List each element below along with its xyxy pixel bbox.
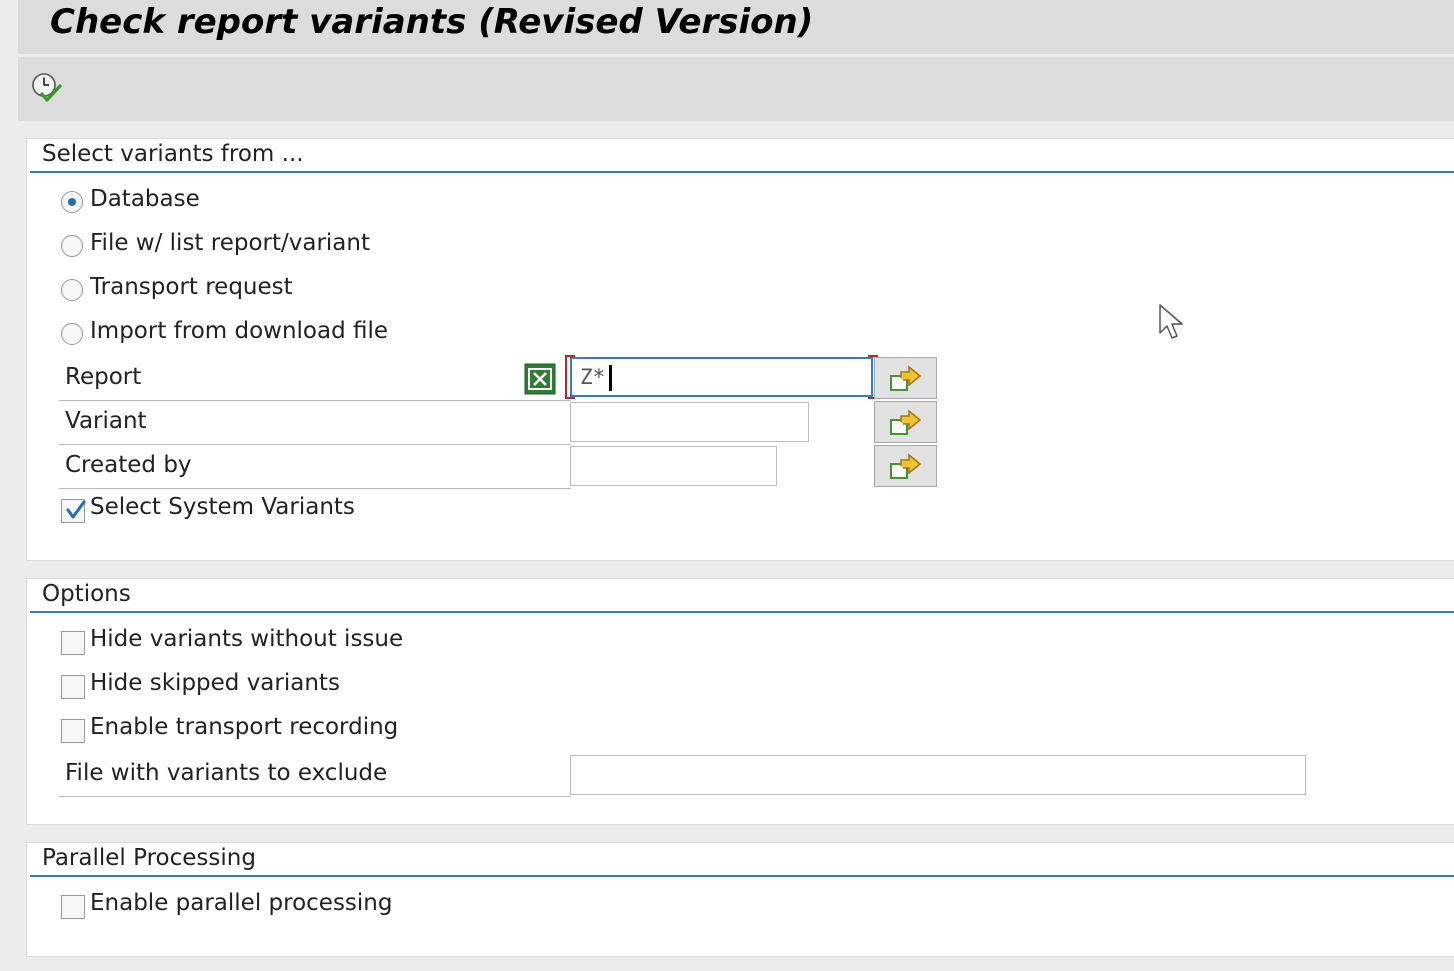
radio-label: Database <box>90 186 200 212</box>
variant-input[interactable] <box>570 402 809 442</box>
group-divider <box>30 875 1454 877</box>
checkbox-label: Enable transport recording <box>90 714 399 740</box>
checkbox[interactable] <box>61 719 85 743</box>
execute-button[interactable] <box>28 69 64 105</box>
select-variants-group: Select variants from ... Database File w… <box>26 138 1454 561</box>
exclude-file-label: File with variants to exclude <box>65 760 388 786</box>
text-caret <box>609 365 612 391</box>
system-variants-label: Select System Variants <box>90 494 355 520</box>
created-by-label: Created by <box>65 452 192 478</box>
mouse-cursor-icon <box>1159 304 1183 339</box>
variant-field-row: Variant <box>59 403 571 445</box>
radio-label: File w/ list report/variant <box>90 230 370 256</box>
parallel-processing-title: Parallel Processing <box>42 845 256 871</box>
title-bar: Check report variants (Revised Version) <box>18 0 1454 54</box>
checkbox[interactable] <box>61 631 85 655</box>
report-input[interactable] <box>570 357 873 397</box>
multiple-selection-icon <box>890 365 922 391</box>
radio-label: Import from download file <box>90 318 389 344</box>
group-divider <box>30 171 1454 173</box>
report-label: Report <box>65 364 142 390</box>
page-title: Check report variants (Revised Version) <box>50 2 814 42</box>
created-by-multiple-selection-button[interactable] <box>874 445 937 487</box>
exclude-file-input[interactable] <box>570 755 1306 795</box>
variant-label: Variant <box>65 408 147 434</box>
radio-button[interactable] <box>61 323 83 345</box>
multiple-selection-icon <box>890 409 922 435</box>
group-divider <box>30 611 1454 613</box>
report-field-row: Report <box>59 359 571 401</box>
system-variants-checkbox[interactable] <box>61 499 86 523</box>
radio-button[interactable] <box>61 191 83 213</box>
options-group: Options Hide variants without issue Hide… <box>26 578 1454 825</box>
application-toolbar <box>18 57 1454 121</box>
select-variants-title: Select variants from ... <box>42 141 304 167</box>
exclude-file-field-row: File with variants to exclude <box>59 755 571 797</box>
parallel-processing-group: Parallel Processing Enable parallel proc… <box>26 842 1454 957</box>
created-by-field-row: Created by <box>59 447 571 489</box>
checkbox[interactable] <box>61 895 85 919</box>
checkbox-label: Enable parallel processing <box>90 890 393 916</box>
radio-label: Transport request <box>90 274 293 300</box>
report-multiple-selection-button[interactable] <box>874 357 937 399</box>
options-title: Options <box>42 581 131 607</box>
checkbox-label: Hide skipped variants <box>90 670 340 696</box>
radio-button[interactable] <box>61 235 83 257</box>
variant-multiple-selection-button[interactable] <box>874 401 937 443</box>
selection-options-icon[interactable] <box>524 363 556 395</box>
multiple-selection-icon <box>890 453 922 479</box>
checkmark-icon <box>66 500 86 519</box>
created-by-input[interactable] <box>570 446 777 486</box>
radio-button[interactable] <box>61 279 83 301</box>
checkbox-label: Hide variants without issue <box>90 626 404 652</box>
checkbox[interactable] <box>61 675 85 699</box>
clock-check-icon <box>32 73 62 102</box>
